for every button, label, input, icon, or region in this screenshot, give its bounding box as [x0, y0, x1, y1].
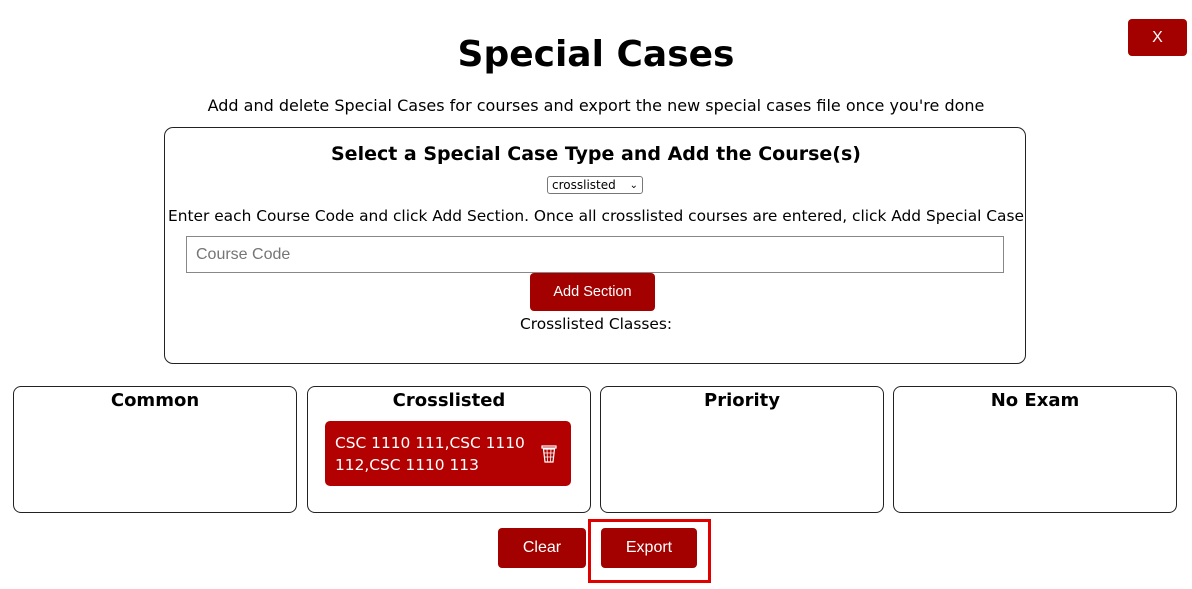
page-title: Special Cases: [457, 34, 735, 75]
special-case-text: CSC 1110 111,CSC 1110 112,CSC 1110 113: [335, 434, 525, 474]
category-title: Crosslisted: [392, 390, 506, 411]
category-box-priority: Priority: [600, 386, 884, 513]
export-highlight-box: [588, 519, 711, 583]
special-case-type-select[interactable]: crosslisted ⌄: [547, 176, 643, 194]
trash-icon[interactable]: [541, 445, 557, 463]
course-code-input[interactable]: Course Code: [186, 236, 1004, 273]
category-box-no-exam: No Exam: [893, 386, 1177, 513]
crosslisted-classes-label: Crosslisted Classes:: [519, 315, 673, 333]
category-box-common: Common: [13, 386, 297, 513]
instructions-text: Enter each Course Code and click Add Sec…: [168, 207, 1024, 225]
chevron-down-icon: ⌄: [629, 179, 638, 191]
page-subtitle: Add and delete Special Cases for courses…: [207, 96, 985, 115]
course-code-placeholder: Course Code: [196, 245, 291, 263]
add-section-button[interactable]: Add Section: [530, 273, 655, 311]
special-case-item: CSC 1110 111,CSC 1110 112,CSC 1110 113: [325, 421, 571, 486]
category-title: Common: [110, 390, 200, 411]
category-title: Priority: [704, 390, 780, 411]
clear-button[interactable]: Clear: [498, 528, 586, 568]
type-select-value: crosslisted: [552, 178, 616, 192]
category-title: No Exam: [990, 390, 1080, 411]
form-title: Select a Special Case Type and Add the C…: [331, 143, 861, 165]
